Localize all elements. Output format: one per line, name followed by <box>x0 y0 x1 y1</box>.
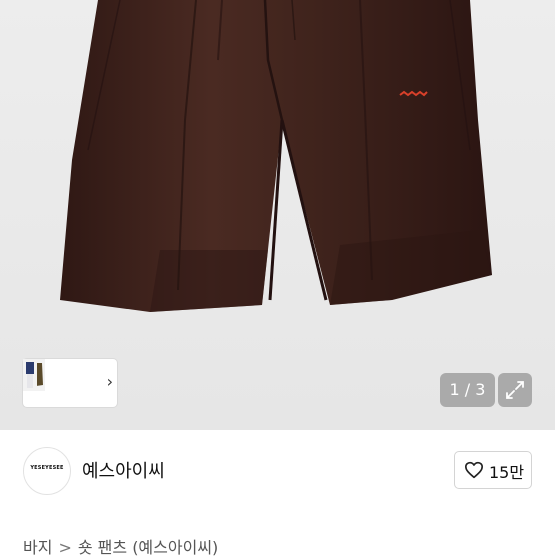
like-button[interactable]: 15만 <box>454 451 532 489</box>
seller-avatar[interactable]: YESEYESEE <box>23 447 71 495</box>
breadcrumb-item-category[interactable]: 바지 <box>23 534 52 558</box>
seller-name[interactable]: 예스아이씨 <box>82 457 165 483</box>
chevron-right-icon[interactable]: › <box>107 372 113 391</box>
expand-icon <box>506 381 524 399</box>
product-image-gallery[interactable]: › 1 / 3 <box>0 0 555 430</box>
breadcrumb-separator: > <box>58 538 72 557</box>
like-count: 15만 <box>489 463 525 482</box>
thumbnail-strip[interactable]: › <box>23 359 117 407</box>
breadcrumb-item-subcategory[interactable]: 숏 팬츠 (예스아이씨) <box>78 534 218 558</box>
avatar-logo-text: YESEYESEE <box>30 465 64 471</box>
breadcrumb: 바지 > 숏 팬츠 (예스아이씨) <box>23 534 218 558</box>
heart-icon <box>465 461 483 479</box>
image-counter: 1 / 3 <box>440 373 495 407</box>
expand-button[interactable] <box>498 373 532 407</box>
thumbnail-3[interactable] <box>23 359 37 391</box>
